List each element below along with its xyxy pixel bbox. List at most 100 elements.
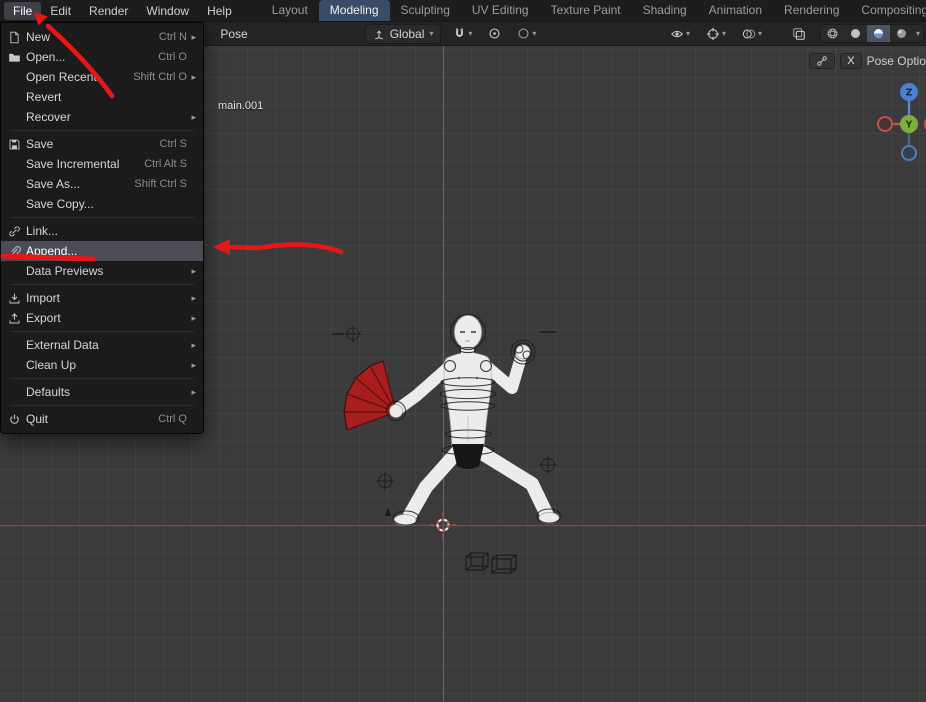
magnet-icon — [453, 27, 466, 40]
menu-separator — [10, 378, 194, 379]
snapping-dropdown[interactable]: ▾ — [449, 25, 476, 42]
orientation-value: Global — [390, 27, 425, 41]
file-menu-item-open[interactable]: Open... Ctrl O — [1, 47, 203, 67]
chevron-down-icon: ▾ — [758, 29, 762, 38]
proportional-editing-toggle[interactable] — [484, 25, 505, 42]
submenu-arrow-icon: ▸ — [187, 360, 196, 371]
file-menu-item-save[interactable]: Save Ctrl S — [1, 134, 203, 154]
gizmo-icon — [706, 27, 720, 41]
menu-item-label: Data Previews — [26, 264, 103, 278]
proportional-circle-icon — [488, 27, 501, 40]
x-mirror-toggle[interactable]: X — [840, 53, 861, 69]
power-icon — [8, 413, 26, 426]
file-menu-item-data-previews[interactable]: Data Previews ▸ — [1, 261, 203, 281]
submenu-arrow-icon: ▸ — [187, 293, 196, 304]
pose-menu[interactable]: Pose — [213, 25, 254, 43]
workspace-tabs: LayoutModelingSculptingUV EditingTexture… — [261, 0, 926, 22]
menu-separator — [10, 130, 194, 131]
menu-separator — [10, 217, 194, 218]
visibility-dropdown[interactable]: ▾ — [666, 25, 694, 43]
blender-window: Z Y main.001 FileEditRenderWindowHelp La… — [0, 0, 926, 702]
file-menu-item-save-copy[interactable]: Save Copy... — [1, 194, 203, 214]
submenu-arrow-icon: ▸ — [187, 112, 196, 123]
menu-item-label: Export — [26, 311, 61, 325]
chevron-down-icon: ▾ — [722, 29, 726, 38]
menu-item-label: Clean Up — [26, 358, 76, 372]
shading-rendered-button[interactable] — [890, 25, 913, 42]
tab-uv-editing[interactable]: UV Editing — [461, 0, 540, 21]
menu-separator — [10, 331, 194, 332]
file-menu-item-quit[interactable]: QuitCtrl Q — [1, 409, 203, 429]
file-menu-item-revert[interactable]: Revert — [1, 87, 203, 107]
shading-solid-button[interactable] — [844, 25, 867, 42]
viewport-header-right: ▾ ▾ ▾ — [658, 24, 926, 43]
submenu-arrow-icon: ▸ — [187, 266, 196, 277]
menu-item-shortcut: Shift Ctrl S — [134, 178, 187, 190]
menu-item-label: Import — [26, 291, 60, 305]
menu-edit[interactable]: Edit — [41, 2, 80, 20]
file-menu-item-recover[interactable]: Recover▸ — [1, 107, 203, 127]
menu-file[interactable]: File — [4, 2, 41, 20]
file-menu-item-append[interactable]: Append... — [1, 241, 203, 261]
tab-texture-paint[interactable]: Texture Paint — [540, 0, 632, 21]
save-icon — [8, 138, 26, 151]
tab-animation[interactable]: Animation — [698, 0, 773, 21]
menu-window[interactable]: Window — [137, 2, 198, 20]
file-menu-item-import[interactable]: Import ▸ — [1, 288, 203, 308]
xray-toggle[interactable] — [788, 25, 810, 43]
menu-item-label: Defaults — [26, 385, 70, 399]
menu-separator — [10, 284, 194, 285]
viewport-shading-group: ▾ — [820, 24, 924, 43]
menu-item-label: Open... — [26, 50, 65, 64]
tool-settings-row: X Pose Optio — [809, 50, 926, 72]
file-menu-item-clean-up[interactable]: Clean Up ▸ — [1, 355, 203, 375]
chevron-down-icon: ▾ — [532, 29, 536, 38]
orientation-axes-icon — [373, 28, 385, 40]
file-menu-item-link[interactable]: Link... — [1, 221, 203, 241]
menu-item-label: Revert — [26, 90, 61, 104]
new-file-icon — [8, 31, 26, 44]
menu-item-shortcut: Shift Ctrl O — [133, 71, 187, 83]
file-menu-item-export[interactable]: Export▸ — [1, 308, 203, 328]
shading-wireframe-button[interactable] — [821, 25, 844, 42]
file-menu-item-defaults[interactable]: Defaults▸ — [1, 382, 203, 402]
menu-render[interactable]: Render — [80, 2, 137, 20]
menu-item-label: Open Recent — [26, 70, 97, 84]
tab-sculpting[interactable]: Sculpting — [390, 0, 461, 21]
paperclip-icon — [8, 245, 26, 258]
transform-orientation-dropdown[interactable]: Global ▾ — [365, 24, 442, 44]
menu-item-shortcut: Ctrl Alt S — [144, 158, 187, 170]
xray-icon — [792, 27, 806, 41]
file-menu-item-new[interactable]: NewCtrl N▸ — [1, 27, 203, 47]
menu-item-shortcut: Ctrl S — [160, 138, 188, 150]
chevron-down-icon: ▾ — [429, 29, 433, 38]
gizmos-dropdown[interactable]: ▾ — [702, 25, 730, 43]
menu-item-label: External Data — [26, 338, 99, 352]
file-menu-item-open-recent[interactable]: Open Recent Shift Ctrl O▸ — [1, 67, 203, 87]
import-icon — [8, 292, 26, 305]
tab-shading[interactable]: Shading — [632, 0, 698, 21]
shading-material-button[interactable] — [867, 25, 890, 42]
file-menu-item-save-as[interactable]: Save As...Shift Ctrl S — [1, 174, 203, 194]
menu-help[interactable]: Help — [198, 2, 241, 20]
menu-item-label: Append... — [26, 244, 77, 258]
file-menu-item-external-data[interactable]: External Data▸ — [1, 335, 203, 355]
menubar: FileEditRenderWindowHelp — [0, 2, 241, 20]
chevron-down-icon: ▾ — [468, 29, 472, 38]
pose-options-dropdown[interactable]: Pose Optio — [867, 54, 926, 68]
menu-item-shortcut: Ctrl O — [158, 51, 187, 63]
menu-item-label: Save Incremental — [26, 157, 119, 171]
eye-icon — [670, 27, 684, 41]
file-menu-item-save-incremental[interactable]: Save Incremental Ctrl Alt S — [1, 154, 203, 174]
submenu-arrow-icon: ▸ — [187, 72, 196, 83]
overlays-dropdown[interactable]: ▾ — [738, 25, 766, 43]
tab-compositing[interactable]: Compositing — [850, 0, 926, 21]
tab-layout[interactable]: Layout — [261, 0, 319, 21]
menu-item-label: Quit — [26, 412, 48, 426]
tab-rendering[interactable]: Rendering — [773, 0, 850, 21]
tab-modeling[interactable]: Modeling — [319, 0, 390, 21]
menu-item-label: Save — [26, 137, 53, 151]
pose-tool-icon-button[interactable] — [809, 53, 835, 69]
proportional-falloff-dropdown[interactable]: ▾ — [513, 25, 540, 42]
menu-item-label: New — [26, 30, 50, 44]
